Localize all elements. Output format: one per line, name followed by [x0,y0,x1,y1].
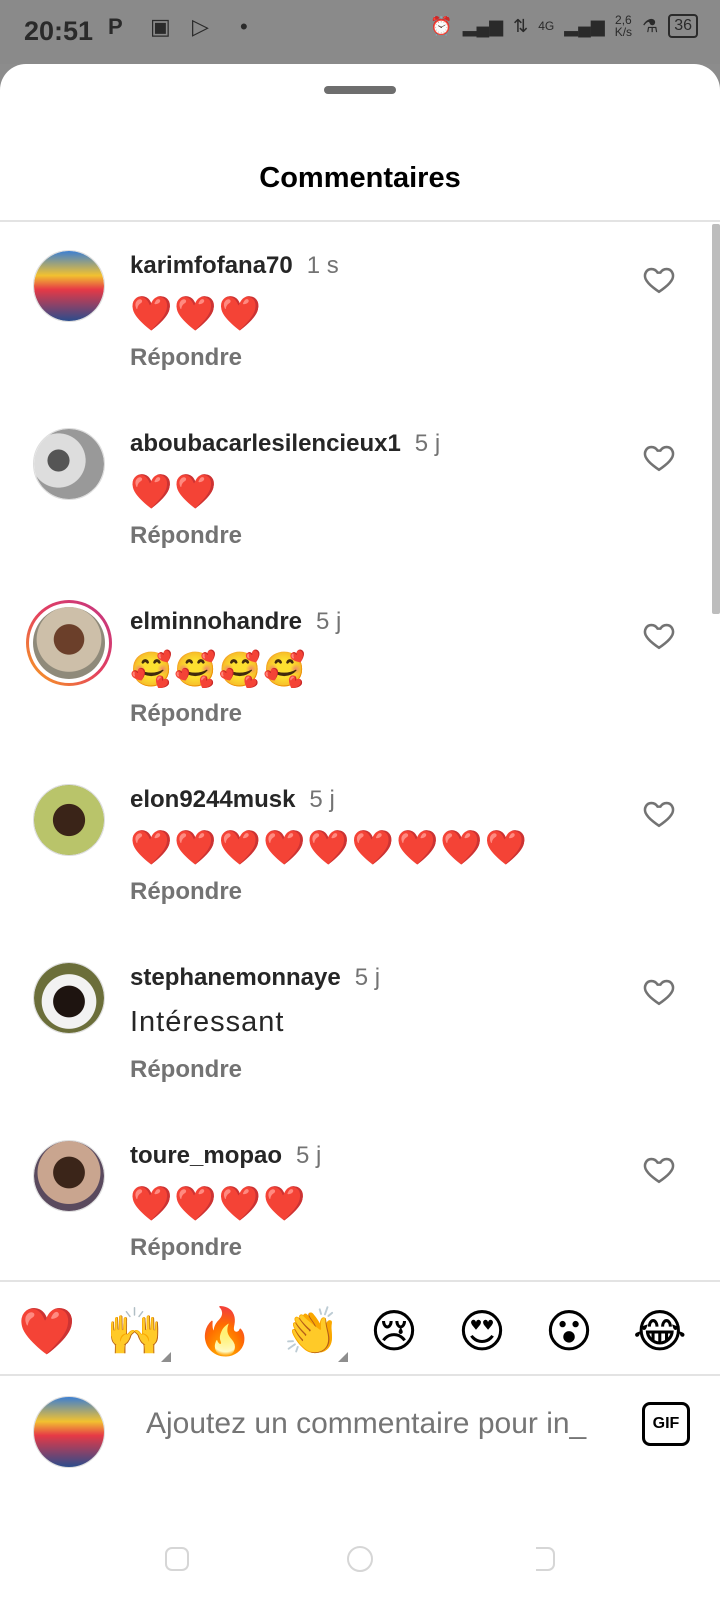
data-arrows-icon: ⇅ [513,15,529,36]
comment-item: toure_mopao 5 j ❤️❤️❤️❤️ Répondre [0,1112,720,1282]
avatar[interactable] [33,962,105,1034]
reply-button[interactable]: Répondre [130,700,242,728]
network-type: 4G [538,19,555,33]
like-heart-icon[interactable] [642,262,676,296]
comment-username[interactable]: elminnohandre 5 j [130,608,341,636]
reply-button[interactable]: Répondre [130,1234,242,1262]
reply-button[interactable]: Répondre [130,522,242,550]
comment-time: 5 j [354,964,381,991]
avatar[interactable] [33,1140,105,1212]
avatar[interactable] [33,784,105,856]
avatar-story-ring[interactable] [26,600,112,686]
comment-text: ❤️❤️❤️ [130,295,264,333]
signal-icon: ▂▄▆ [462,15,504,36]
reply-button[interactable]: Répondre [130,1056,242,1084]
sheet-grabber[interactable] [324,86,396,94]
gif-button[interactable]: GIF [642,1402,690,1446]
comment-time: 1 s [306,252,339,279]
emoji-crying-button[interactable]: 😢 [370,1302,418,1360]
comment-composer: GIF [0,1376,720,1486]
comment-text: ❤️❤️❤️❤️❤️❤️❤️❤️❤️ [130,829,530,867]
comment-item: elminnohandre 5 j 🥰🥰🥰🥰 Répondre [0,578,720,756]
recents-nav-icon[interactable] [162,1544,192,1574]
comment-item: aboubacarlesilencieux1 5 j ❤️❤️ Répondre [0,400,720,578]
scrollbar[interactable] [712,224,720,614]
comments-sheet: Commentaires karimfofana70 1 s ❤️❤️❤️ Rép… [0,64,720,1612]
comment-text: Intéressant [130,1006,285,1038]
status-time: 20:51 [24,16,94,46]
comment-text: ❤️❤️❤️❤️ [130,1185,308,1223]
app-notification-icon: ▣ [150,14,171,39]
avatar[interactable] [33,250,105,322]
comment-time: 5 j [296,1142,322,1169]
like-heart-icon[interactable] [642,440,676,474]
status-bar: 20:51 P ▣ ▷ • ⏰ ▂▄▆ ⇅ 4G ▂▄▆ 2,6 K/s ⚗ 3… [0,0,720,64]
like-heart-icon[interactable] [642,1152,676,1186]
emoji-heart-eyes-button[interactable]: 😍 [458,1302,506,1360]
sheet-title: Commentaires [259,162,461,194]
comment-input[interactable] [144,1406,618,1442]
emoji-laughing-button[interactable]: 😂 [633,1302,687,1360]
avatar[interactable] [33,428,105,500]
system-nav-bar [0,1486,720,1612]
like-heart-icon[interactable] [642,618,676,652]
comment-username[interactable]: toure_mopao 5 j [130,1142,321,1170]
home-nav-icon[interactable] [345,1544,375,1574]
reply-button[interactable]: Répondre [130,344,242,372]
back-nav-icon[interactable] [528,1544,558,1574]
comment-username[interactable]: stephanemonnaye 5 j [130,964,380,992]
signal-icon-2: ▂▄▆ [564,15,605,36]
comment-time: 5 j [316,608,342,635]
comment-item: stephanemonnaye 5 j Intéressant Répondre [0,934,720,1112]
comments-list[interactable]: karimfofana70 1 s ❤️❤️❤️ Répondre aboubac… [0,222,720,1282]
emoji-fire-button[interactable]: 🔥 [196,1302,253,1360]
comment-time: 5 j [414,430,441,457]
comment-time: 5 j [309,786,335,813]
network-speed: 2,6 K/s [614,13,633,39]
comment-item: elon9244musk 5 j ❤️❤️❤️❤️❤️❤️❤️❤️❤️ Répon… [0,756,720,934]
comment-item: karimfofana70 1 s ❤️❤️❤️ Répondre [0,222,720,400]
my-avatar [33,1396,105,1468]
more-notifications-icon: • [240,14,248,39]
reply-button[interactable]: Répondre [130,878,242,906]
battery-indicator: 36 [668,14,698,38]
comment-text: ❤️❤️ [130,473,219,511]
quick-reaction-bar: ❤️ 🙌 🔥 👏 😢 😍 😮 😂 [0,1282,720,1380]
comment-username[interactable]: elon9244musk 5 j [130,786,335,814]
comment-username[interactable]: karimfofana70 1 s [130,252,339,280]
comment-username[interactable]: aboubacarlesilencieux1 5 j [130,430,440,458]
alarm-icon: ⏰ [430,15,453,36]
play-store-icon: ▷ [192,14,209,39]
like-heart-icon[interactable] [642,796,676,830]
parking-icon: P [108,14,123,39]
lab-icon: ⚗ [642,15,659,36]
comment-text: 🥰🥰🥰🥰 [130,651,308,689]
emoji-surprised-button[interactable]: 😮 [545,1302,593,1360]
like-heart-icon[interactable] [642,974,676,1008]
emoji-heart-button[interactable]: ❤️ [18,1302,75,1360]
emoji-clap-button[interactable]: 👏 [283,1302,349,1362]
emoji-raised-hands-button[interactable]: 🙌 [106,1302,172,1362]
